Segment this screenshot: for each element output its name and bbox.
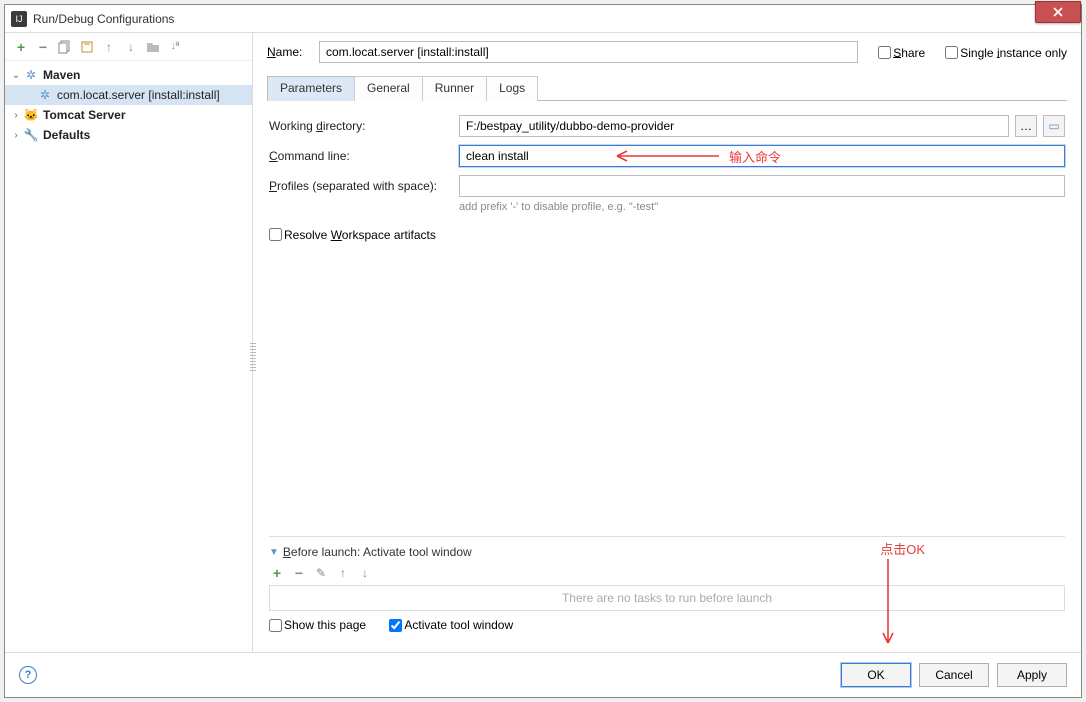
single-instance-checkbox-wrap[interactable]: Single instance only xyxy=(935,45,1067,60)
share-checkbox[interactable] xyxy=(878,46,891,59)
tree-node-tomcat[interactable]: › 🐱 Tomcat Server xyxy=(5,105,252,125)
insert-macro-button[interactable]: ▭ xyxy=(1043,115,1065,137)
dialog-button-bar: ? OK Cancel Apply xyxy=(5,652,1081,697)
tab-bar: Parameters General Runner Logs xyxy=(267,75,1067,101)
folder-button[interactable] xyxy=(145,39,161,55)
profiles-hint: add prefix '-' to disable profile, e.g. … xyxy=(459,201,1065,213)
bl-down-button[interactable]: ↓ xyxy=(357,565,373,581)
tree-label: Maven xyxy=(43,68,80,82)
run-debug-configurations-dialog: IJ Run/Debug Configurations + − ↑ ↓ ↓ª xyxy=(4,4,1082,698)
splitter-handle[interactable] xyxy=(250,343,256,373)
before-launch-header[interactable]: ▼ Before launch: Activate tool window xyxy=(269,545,1065,559)
bl-edit-button[interactable]: ✎ xyxy=(313,565,329,581)
working-dir-label: Working directory: xyxy=(269,119,453,133)
expand-icon: ⌄ xyxy=(9,70,23,81)
resolve-workspace-wrap[interactable]: Resolve Workspace artifacts xyxy=(269,227,436,241)
name-row: Name: Share Single instance only xyxy=(267,41,1067,63)
tab-runner[interactable]: Runner xyxy=(422,76,487,101)
tab-general[interactable]: General xyxy=(354,76,423,101)
profiles-label: Profiles (separated with space): xyxy=(269,179,453,193)
share-checkbox-wrap[interactable]: Share xyxy=(868,45,925,60)
tab-logs[interactable]: Logs xyxy=(486,76,538,101)
tree-toolbar: + − ↑ ↓ ↓ª xyxy=(5,33,252,61)
before-launch-section: ▼ Before launch: Activate tool window 点击… xyxy=(269,536,1065,644)
apply-button[interactable]: Apply xyxy=(997,663,1067,687)
collapse-triangle-icon: ▼ xyxy=(269,547,279,558)
sort-button[interactable]: ↓ª xyxy=(167,39,183,55)
close-icon xyxy=(1052,6,1064,18)
remove-config-button[interactable]: − xyxy=(35,39,51,55)
tree-label: com.locat.server [install:install] xyxy=(57,88,220,102)
activate-tool-window-checkbox[interactable] xyxy=(389,619,402,632)
before-launch-toolbar: + − ✎ ↑ ↓ xyxy=(269,559,1065,585)
tree-label: Defaults xyxy=(43,128,90,142)
bl-remove-button[interactable]: − xyxy=(291,565,307,581)
move-up-button[interactable]: ↑ xyxy=(101,39,117,55)
single-instance-checkbox[interactable] xyxy=(945,46,958,59)
working-dir-input[interactable] xyxy=(459,115,1009,137)
resolve-workspace-row: Resolve Workspace artifacts xyxy=(269,227,1065,242)
profiles-row: Profiles (separated with space): xyxy=(269,175,1065,197)
copy-config-button[interactable] xyxy=(57,39,73,55)
config-tree-panel: + − ↑ ↓ ↓ª ⌄ ✲ Maven ✲ xyxy=(5,33,253,652)
spacer xyxy=(269,242,1065,528)
bl-add-button[interactable]: + xyxy=(269,565,285,581)
help-button[interactable]: ? xyxy=(19,666,37,684)
tree-label: Tomcat Server xyxy=(43,108,125,122)
collapse-icon: › xyxy=(9,110,23,121)
main-row: + − ↑ ↓ ↓ª ⌄ ✲ Maven ✲ xyxy=(5,33,1081,652)
dialog-body: + − ↑ ↓ ↓ª ⌄ ✲ Maven ✲ xyxy=(5,33,1081,697)
save-config-button[interactable] xyxy=(79,39,95,55)
command-line-label: Command line: xyxy=(269,149,453,163)
bl-up-button[interactable]: ↑ xyxy=(335,565,351,581)
tree-node-maven-config[interactable]: ✲ com.locat.server [install:install] xyxy=(5,85,252,105)
browse-dir-button[interactable]: … xyxy=(1015,115,1037,137)
maven-icon: ✲ xyxy=(23,67,39,83)
app-icon: IJ xyxy=(11,11,27,27)
config-tree: ⌄ ✲ Maven ✲ com.locat.server [install:in… xyxy=(5,61,252,652)
add-config-button[interactable]: + xyxy=(13,39,29,55)
profiles-input[interactable] xyxy=(459,175,1065,197)
tab-content-parameters: Working directory: … ▭ Command line: 输入命… xyxy=(267,101,1067,652)
show-this-page-wrap[interactable]: Show this page xyxy=(269,617,366,631)
tree-node-maven[interactable]: ⌄ ✲ Maven xyxy=(5,65,252,85)
window-title: Run/Debug Configurations xyxy=(33,12,174,26)
before-launch-task-list[interactable]: There are no tasks to run before launch xyxy=(269,585,1065,611)
button-row: OK Cancel Apply xyxy=(841,663,1067,687)
resolve-workspace-checkbox[interactable] xyxy=(269,228,282,241)
cancel-button[interactable]: Cancel xyxy=(919,663,989,687)
before-launch-checks: Show this page Activate tool window xyxy=(269,611,1065,644)
working-dir-row: Working directory: … ▭ xyxy=(269,115,1065,137)
collapse-icon: › xyxy=(9,130,23,141)
command-line-row: Command line: 输入命令 xyxy=(269,145,1065,167)
name-input[interactable] xyxy=(319,41,858,63)
move-down-button[interactable]: ↓ xyxy=(123,39,139,55)
command-line-input[interactable] xyxy=(459,145,1065,167)
tab-parameters[interactable]: Parameters xyxy=(267,76,355,101)
wrench-icon: 🔧 xyxy=(23,127,39,143)
titlebar: IJ Run/Debug Configurations xyxy=(5,5,1081,33)
tomcat-icon: 🐱 xyxy=(23,107,39,123)
tree-node-defaults[interactable]: › 🔧 Defaults xyxy=(5,125,252,145)
activate-tool-window-wrap[interactable]: Activate tool window xyxy=(379,617,513,631)
ok-button[interactable]: OK xyxy=(841,663,911,687)
name-label: Name: xyxy=(267,45,309,59)
close-button[interactable] xyxy=(1035,1,1081,23)
maven-icon: ✲ xyxy=(37,87,53,103)
config-detail-panel: Name: Share Single instance only Paramet… xyxy=(253,33,1081,652)
show-this-page-checkbox[interactable] xyxy=(269,619,282,632)
